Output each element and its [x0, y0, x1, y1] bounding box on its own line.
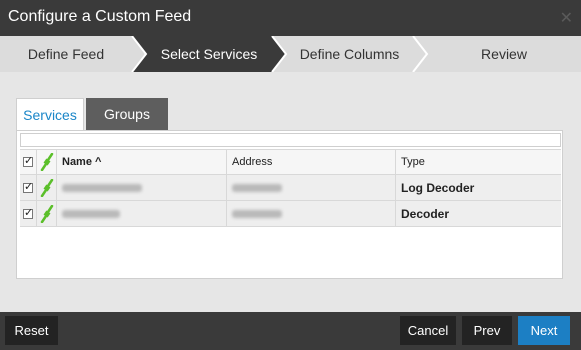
configure-feed-dialog: Configure a Custom Feed ✕ Define Feed Se… [0, 0, 581, 350]
column-header-name[interactable]: Name ^ [57, 150, 227, 174]
row-type-cell: Log Decoder [396, 175, 561, 200]
row-checkbox[interactable] [23, 206, 33, 219]
grid-header-row: Name ^ Address Type [20, 149, 561, 175]
redacted-name [62, 209, 120, 218]
wizard-step-review[interactable]: Review [427, 36, 581, 72]
cancel-button[interactable]: Cancel [400, 316, 456, 345]
services-content: Name ^ Address Type Log Decoder [16, 130, 563, 279]
tab-groups[interactable]: Groups [86, 98, 168, 130]
wizard-step-define-columns[interactable]: Define Columns [286, 36, 413, 72]
plug-icon [40, 178, 53, 197]
column-header-address[interactable]: Address [227, 150, 396, 174]
table-row[interactable]: Log Decoder [20, 175, 561, 201]
select-all-checkbox[interactable] [23, 154, 33, 167]
tab-services[interactable]: Services [16, 98, 84, 130]
redacted-address [232, 209, 282, 218]
dialog-titlebar: Configure a Custom Feed ✕ [0, 0, 581, 36]
services-grid: Name ^ Address Type Log Decoder [20, 149, 561, 227]
step-separator [412, 36, 429, 72]
prev-button[interactable]: Prev [462, 316, 512, 345]
redacted-name [62, 183, 142, 192]
row-address-cell [227, 201, 396, 226]
filter-input[interactable] [20, 133, 561, 147]
row-select-cell[interactable] [20, 201, 37, 226]
dialog-title: Configure a Custom Feed [8, 8, 192, 25]
row-plug-cell [37, 201, 57, 226]
plug-column-header [37, 150, 57, 174]
reset-button[interactable]: Reset [5, 316, 58, 345]
table-row[interactable]: Decoder [20, 201, 561, 227]
wizard-steps: Define Feed Select Services Define Colum… [0, 36, 581, 72]
column-header-type[interactable]: Type [396, 150, 561, 174]
plug-icon [40, 153, 53, 171]
next-button[interactable]: Next [518, 316, 570, 345]
row-address-cell [227, 175, 396, 200]
row-select-cell[interactable] [20, 175, 37, 200]
plug-icon [40, 204, 53, 223]
wizard-step-define-feed[interactable]: Define Feed [0, 36, 132, 72]
row-name-cell [57, 201, 227, 226]
row-name-cell [57, 175, 227, 200]
row-checkbox[interactable] [23, 180, 33, 193]
row-type-label: Log Decoder [401, 180, 475, 195]
row-plug-cell [37, 175, 57, 200]
row-type-cell: Decoder [396, 201, 561, 226]
redacted-address [232, 183, 282, 192]
close-icon[interactable]: ✕ [560, 8, 573, 28]
row-type-label: Decoder [401, 206, 450, 221]
wizard-step-select-services[interactable]: Select Services [146, 36, 272, 72]
select-all-cell[interactable] [20, 150, 37, 174]
